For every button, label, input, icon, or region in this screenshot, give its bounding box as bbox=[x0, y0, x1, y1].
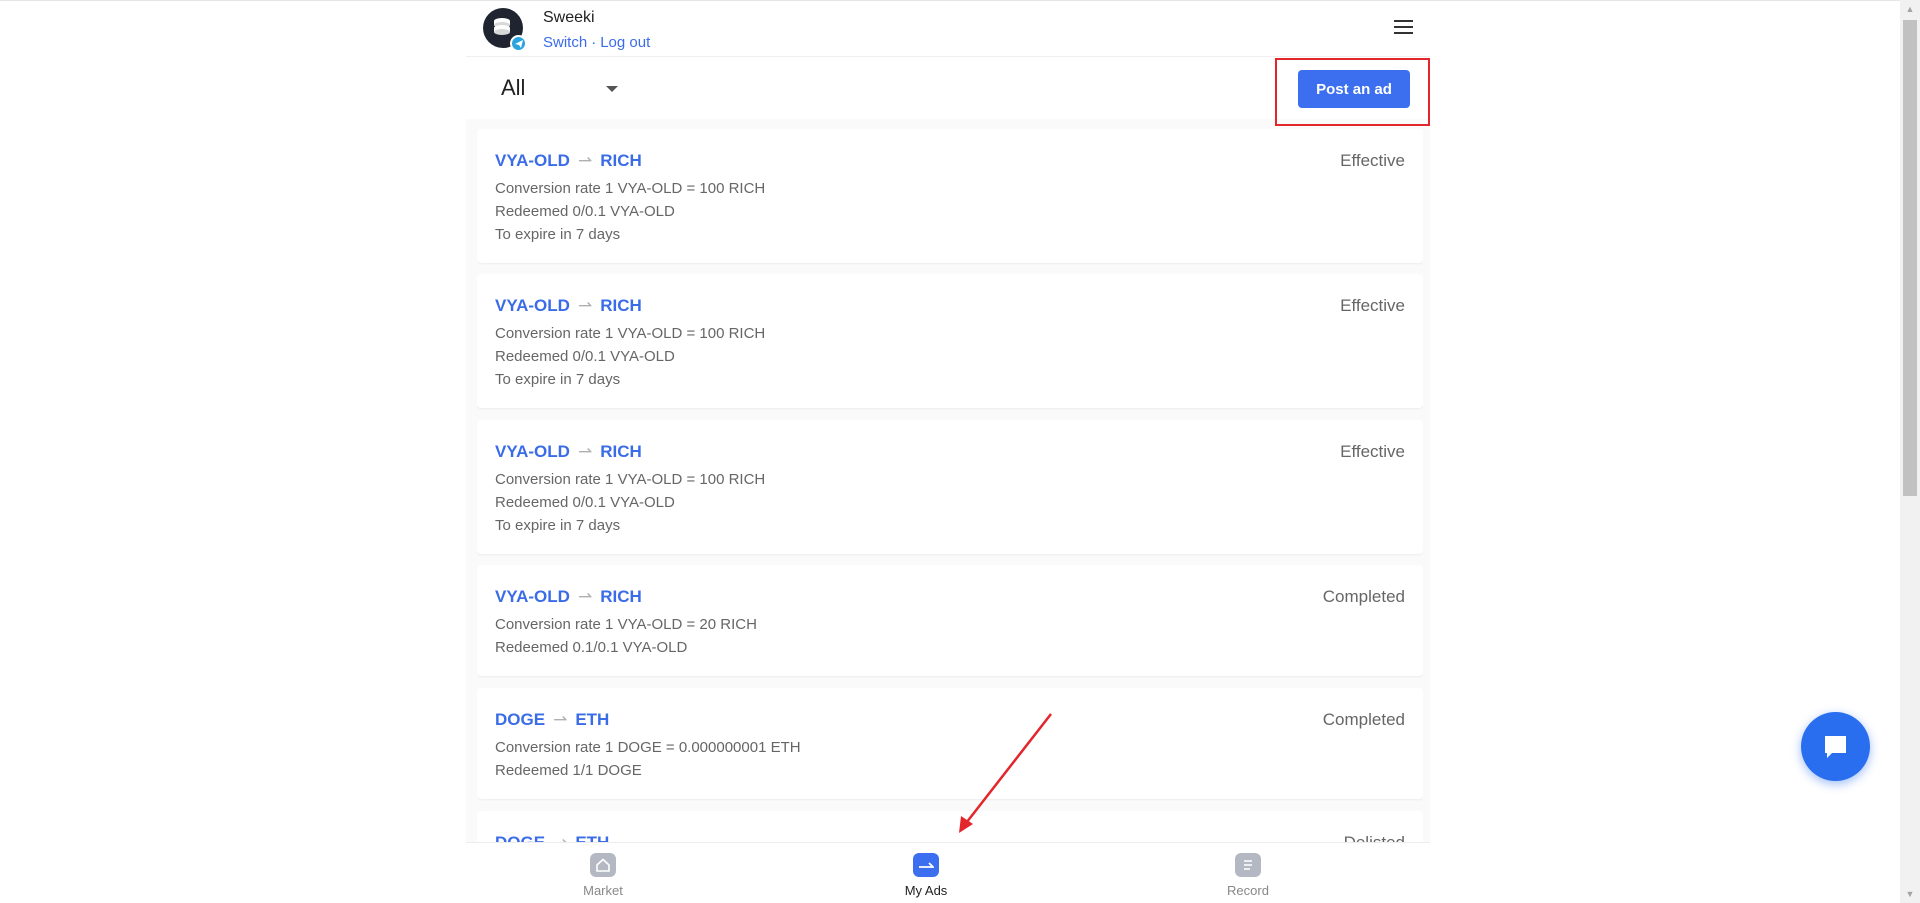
annotation-arrow bbox=[959, 713, 1052, 833]
ad-from-token: DOGE bbox=[495, 710, 546, 729]
ad-status: Completed bbox=[1322, 587, 1405, 606]
ad-pair: VYA-OLD ⇀ RICH bbox=[495, 442, 642, 462]
ad-card[interactable]: DOGE ⇀ ETH Delisted bbox=[477, 811, 1423, 843]
user-name: Sweeki bbox=[543, 9, 595, 26]
ad-rate: Conversion rate 1 VYA-OLD = 100 RICH bbox=[495, 471, 766, 488]
arrow-right-icon: ⇀ bbox=[553, 710, 568, 729]
chat-bubble-icon bbox=[1825, 736, 1846, 758]
arrow-right-icon: ⇀ bbox=[577, 296, 593, 315]
ad-card[interactable]: VYA-OLD ⇀ RICH Effective Conversion rate 1… bbox=[477, 274, 1423, 408]
ad-from-token: VYA-OLD bbox=[495, 296, 570, 315]
ad-status: Effective bbox=[1340, 442, 1405, 461]
ad-pair: VYA-OLD ⇀ RICH bbox=[495, 296, 642, 316]
ad-to-token: RICH bbox=[600, 296, 642, 315]
ad-redeemed: Redeemed 0/0.1 VYA-OLD bbox=[495, 494, 675, 511]
exchange-icon bbox=[913, 853, 939, 877]
ad-to-token: RICH bbox=[600, 587, 642, 606]
ad-to-token: RICH bbox=[600, 442, 642, 461]
post-ad-button[interactable]: Post an ad bbox=[1298, 70, 1410, 108]
scroll-up-icon[interactable]: ▲ bbox=[1900, 0, 1920, 18]
ad-expire: To expire in 7 days bbox=[495, 371, 621, 388]
user-links: Switch · Log out bbox=[543, 34, 650, 51]
ad-rate: Conversion rate 1 VYA-OLD = 100 RICH bbox=[495, 325, 766, 342]
header: Sweeki Switch · Log out bbox=[466, 1, 1430, 57]
ad-rate: Conversion rate 1 DOGE = 0.000000001 ETH bbox=[495, 739, 801, 756]
ad-card[interactable]: DOGE ⇀ ETH Completed Conversion rate 1 DOG… bbox=[477, 688, 1423, 799]
home-icon bbox=[590, 853, 616, 877]
logout-link[interactable]: Log out bbox=[600, 34, 650, 51]
nav-label-market: Market bbox=[583, 883, 623, 898]
link-separator: · bbox=[591, 34, 597, 51]
caret-down-icon bbox=[606, 86, 618, 92]
coins-icon bbox=[494, 18, 510, 35]
ad-rate: Conversion rate 1 VYA-OLD = 100 RICH bbox=[495, 180, 766, 197]
ad-to-token: RICH bbox=[600, 151, 642, 170]
ad-card[interactable]: VYA-OLD ⇀ RICH Effective Conversion rate 1… bbox=[477, 129, 1423, 263]
nav-label-record: Record bbox=[1227, 883, 1269, 898]
ad-card[interactable]: VYA-OLD ⇀ RICH Completed Conversion rate 1… bbox=[477, 565, 1423, 676]
document-icon bbox=[1235, 853, 1261, 877]
ad-list: VYA-OLD ⇀ RICH Effective Conversion rate 1… bbox=[477, 129, 1423, 843]
ad-card[interactable]: VYA-OLD ⇀ RICH Effective Conversion rate 1… bbox=[477, 420, 1423, 554]
ad-pair: VYA-OLD ⇀ RICH bbox=[495, 151, 642, 171]
hamburger-menu-icon[interactable] bbox=[1394, 20, 1414, 36]
ad-rate: Conversion rate 1 VYA-OLD = 20 RICH bbox=[495, 616, 757, 633]
ad-redeemed: Redeemed 0/0.1 VYA-OLD bbox=[495, 348, 675, 365]
ad-pair: VYA-OLD ⇀ RICH bbox=[495, 587, 642, 607]
arrow-right-icon: ⇀ bbox=[577, 587, 593, 606]
ad-to-token: ETH bbox=[575, 710, 610, 729]
ad-from-token: VYA-OLD bbox=[495, 151, 570, 170]
ad-from-token: VYA-OLD bbox=[495, 442, 570, 461]
arrow-right-icon: ⇀ bbox=[577, 442, 593, 461]
ad-status: Effective bbox=[1340, 296, 1405, 315]
nav-item-record[interactable]: Record bbox=[1208, 853, 1288, 898]
ad-redeemed: Redeemed 1/1 DOGE bbox=[495, 762, 642, 779]
nav-item-my-ads[interactable]: My Ads bbox=[886, 853, 966, 898]
scroll-thumb[interactable] bbox=[1903, 20, 1917, 496]
ad-redeemed: Redeemed 0.1/0.1 VYA-OLD bbox=[495, 639, 688, 656]
ad-status: Completed bbox=[1322, 710, 1405, 729]
chat-button[interactable] bbox=[1801, 712, 1870, 781]
ad-expire: To expire in 7 days bbox=[495, 226, 621, 243]
arrow-right-icon: ⇀ bbox=[577, 151, 593, 170]
ad-status: Effective bbox=[1340, 151, 1405, 170]
nav-label-my-ads: My Ads bbox=[904, 883, 948, 898]
app-container: Sweeki Switch · Log out All Post an ad VYA… bbox=[466, 1, 1430, 903]
nav-item-market[interactable]: Market bbox=[563, 853, 643, 898]
switch-link[interactable]: Switch bbox=[543, 34, 587, 51]
status-filter-dropdown[interactable]: All bbox=[501, 75, 631, 105]
ad-from-token: VYA-OLD bbox=[495, 587, 570, 606]
ad-expire: To expire in 7 days bbox=[495, 517, 621, 534]
bottom-nav: Market My Ads Record bbox=[466, 842, 1430, 903]
scroll-down-icon[interactable]: ▼ bbox=[1900, 885, 1920, 903]
filter-bar: All Post an ad bbox=[466, 57, 1430, 126]
ad-redeemed: Redeemed 0/0.1 VYA-OLD bbox=[495, 203, 675, 220]
filter-selected-value: All bbox=[501, 75, 526, 100]
telegram-icon bbox=[510, 35, 527, 52]
ad-pair: DOGE ⇀ ETH bbox=[495, 710, 609, 730]
scrollbar[interactable]: ▲ ▼ bbox=[1900, 0, 1920, 903]
